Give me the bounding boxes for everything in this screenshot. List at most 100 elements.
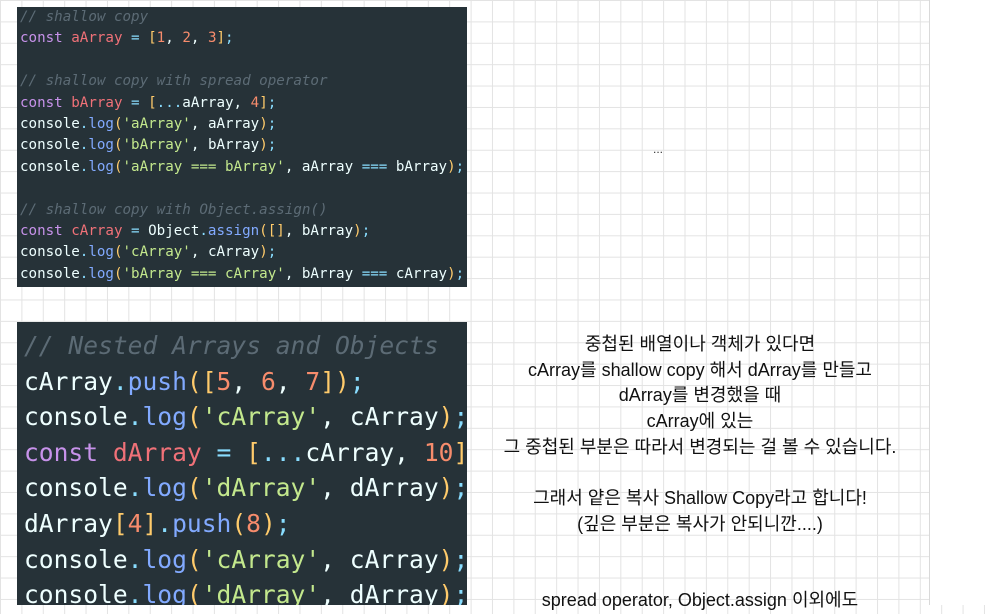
code-token: log xyxy=(142,473,187,503)
explanation-note-continued: spread operator, Object.assign 이외에도 xyxy=(470,588,930,614)
code-token: ) xyxy=(259,137,268,154)
code-line: const bArray = [...aArray, 4]; xyxy=(20,93,467,114)
code-token: 'bArray' xyxy=(122,137,191,154)
code-token: ( xyxy=(231,508,247,538)
code-token: aArray xyxy=(71,30,123,47)
code-token: console xyxy=(20,265,80,282)
code-line: console.log('aArray === bArray', aArray … xyxy=(20,157,467,178)
code-token: // shallow copy with Object.assign() xyxy=(20,201,328,218)
code-token: console xyxy=(20,137,80,154)
code-token: ] xyxy=(142,508,158,538)
code-line: console.log('aArray', aArray); xyxy=(20,114,467,135)
code-token: push xyxy=(127,366,187,396)
code-token: 7 xyxy=(305,366,321,396)
code-block-nested-arrays: // Nested Arrays and Objects cArray.push(… xyxy=(17,322,467,605)
code-token: // shallow copy xyxy=(20,9,149,25)
code-token: console xyxy=(20,158,80,175)
code-token: ( xyxy=(186,366,202,396)
code-token: cArray xyxy=(387,265,448,282)
code-token: , aArray xyxy=(284,158,362,175)
code-token: log xyxy=(88,158,114,175)
code-token: . xyxy=(127,473,143,503)
code-token: 'dArray' xyxy=(201,473,321,503)
code-token: [ xyxy=(148,94,157,111)
code-token: dArray xyxy=(112,437,202,467)
code-token: = xyxy=(122,30,149,47)
code-token: // shallow copy with spread operator xyxy=(20,73,328,90)
note-line: (깊은 부분은 복사가 안되니깐....) xyxy=(577,513,823,534)
code-token: ) xyxy=(438,544,454,574)
code-token: . xyxy=(127,402,143,432)
code-token: ( xyxy=(113,158,123,175)
code-token: ) xyxy=(447,265,456,282)
code-token: ( xyxy=(113,244,123,261)
code-token: ... xyxy=(156,94,183,111)
code-token: console xyxy=(24,402,128,432)
code-line: cArray.push([5, 6, 7]); xyxy=(24,364,467,400)
code-token: , bArray xyxy=(284,222,354,239)
code-token: 'cArray' xyxy=(201,544,321,574)
code-token: ] xyxy=(216,30,226,47)
note-line: spread operator, Object.assign 이외에도 xyxy=(541,590,859,610)
code-token: 6 xyxy=(260,366,276,396)
code-token: 8 xyxy=(246,508,261,538)
code-token: cArray xyxy=(71,222,123,239)
code-token: ; xyxy=(267,94,277,111)
note-line: 그래서 얕은 복사 Shallow Copy라고 합니다! xyxy=(533,488,867,509)
code-token: ( xyxy=(186,580,202,605)
code-token: . xyxy=(127,580,143,605)
code-line: // shallow copy with spread operator xyxy=(20,71,467,92)
note-line: 그 중첩된 부분은 따라서 변경되는 걸 볼 수 있습니다. xyxy=(503,436,897,457)
code-token: ; xyxy=(225,30,234,47)
code-token: console xyxy=(24,580,128,605)
code-token: ; xyxy=(267,137,277,154)
code-token: ) xyxy=(335,366,350,396)
code-line: const cArray = Object.assign([], bArray)… xyxy=(20,221,467,242)
code-token: ; xyxy=(349,366,365,396)
code-token: , xyxy=(275,366,306,396)
code-line: dArray[4].push(8); xyxy=(24,506,467,542)
code-token: [ xyxy=(148,30,157,47)
code-token: cArray, xyxy=(305,437,424,467)
code-token: . xyxy=(112,366,128,396)
code-token: Object xyxy=(148,222,200,239)
code-token: , xyxy=(231,366,261,396)
code-token: ) xyxy=(438,473,454,503)
code-token: 'dArray' xyxy=(201,580,321,605)
code-token: ] xyxy=(320,366,336,396)
code-token: push xyxy=(172,508,232,538)
note-line: dArray를 변경했을 때 xyxy=(618,385,782,406)
code-token: 1 xyxy=(156,30,166,47)
code-token: ; xyxy=(455,265,465,282)
code-token: console xyxy=(24,473,128,503)
code-token: // Nested Arrays and Objects xyxy=(24,331,439,360)
code-token: ) xyxy=(259,115,268,132)
code-token: bArray xyxy=(387,158,448,175)
code-token: log xyxy=(142,402,187,432)
code-token: ; xyxy=(267,115,277,132)
page-right-margin xyxy=(929,0,985,605)
code-token: ( xyxy=(186,544,202,574)
note-line: 중첩된 배열이나 객체가 있다면 xyxy=(584,334,816,354)
code-token: 4 xyxy=(127,508,143,538)
code-token: ( xyxy=(113,265,123,282)
code-line: // Nested Arrays and Objects xyxy=(24,328,467,364)
code-token: 4 xyxy=(250,94,260,111)
code-token: ; xyxy=(453,580,467,605)
code-token: console xyxy=(20,244,80,261)
code-token: , xyxy=(190,30,208,47)
code-token: 'cArray' xyxy=(201,402,321,432)
code-token: ) xyxy=(259,244,268,261)
code-token: , xyxy=(165,30,183,47)
code-token: , dArray xyxy=(320,580,439,605)
code-line: const dArray = [...cArray, 10]; xyxy=(24,435,467,471)
code-token: , cArray xyxy=(190,244,260,261)
code-token: ; xyxy=(453,402,467,432)
code-token: ( xyxy=(113,137,123,154)
code-token: 5 xyxy=(216,366,232,396)
code-token: = xyxy=(122,222,149,239)
code-token: 2 xyxy=(182,30,191,47)
code-token: ; xyxy=(267,244,277,261)
